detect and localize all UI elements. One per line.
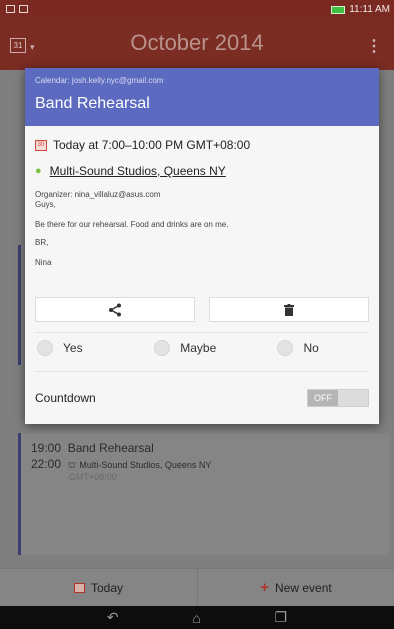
rsvp-maybe-label: Maybe [180, 341, 217, 355]
rsvp-yes[interactable]: Yes [35, 340, 146, 356]
notification-icons [6, 5, 28, 13]
plus-icon: + [260, 579, 270, 596]
status-bar: 11:11 AM [0, 0, 394, 22]
note-line: Guys, [35, 200, 56, 209]
app-bar: 31 ▾ October 2014 ⋮ [0, 22, 394, 70]
event-start-row: 19:00 Band Rehearsal [31, 441, 380, 455]
toggle-state: OFF [308, 390, 338, 406]
new-event-button[interactable]: + New event [197, 569, 394, 606]
event-start-time: 19:00 [31, 441, 62, 455]
today-button[interactable]: Today [0, 569, 197, 606]
divider [35, 332, 369, 333]
bottom-action-bar: Today + New event [0, 568, 394, 606]
system-nav-bar: ↶ ⌂ ❐ [0, 606, 394, 629]
countdown-label: Countdown [35, 391, 96, 405]
event-location: Multi-Sound Studios, Queens NY [79, 460, 212, 470]
back-icon[interactable]: ↶ [107, 609, 119, 626]
countdown-toggle[interactable]: OFF [307, 389, 369, 407]
organizer: Organizer: nina_villaluz@asus.com [35, 190, 161, 199]
event-time-row: 30 Today at 7:00–10:00 PM GMT+08:00 [35, 126, 369, 152]
new-event-label: New event [275, 580, 332, 595]
note-line: BR, [35, 238, 49, 247]
event-list-item[interactable]: 19:00 Band Rehearsal 22:00 ⛫ Multi-Sound… [18, 433, 390, 555]
event-strip [18, 245, 21, 365]
rsvp-no[interactable]: No [257, 340, 368, 356]
dialog-header: Calendar: josh.kelly.nyc@gmail.com Band … [25, 68, 379, 126]
note-line: Nina [35, 258, 52, 267]
radio-button-icon[interactable] [154, 340, 171, 356]
month-title: October 2014 [130, 30, 264, 55]
countdown-row: Countdown OFF [35, 389, 369, 407]
event-time: Today at 7:00–10:00 PM GMT+08:00 [53, 138, 251, 152]
event-end-time: 22:00 [31, 457, 62, 471]
event-timezone: GMT+08:00 [69, 472, 117, 482]
battery-icon [331, 5, 346, 14]
event-title: Band Rehearsal [67, 441, 154, 455]
dialog-body: 30 Today at 7:00–10:00 PM GMT+08:00 ● Mu… [25, 126, 379, 424]
rsvp-maybe[interactable]: Maybe [146, 340, 257, 356]
home-icon[interactable]: ⌂ [192, 610, 200, 626]
event-location-link[interactable]: Multi-Sound Studios, Queens NY [50, 164, 226, 178]
radio-button-icon[interactable] [277, 340, 294, 356]
recents-icon[interactable]: ❐ [275, 609, 288, 626]
status-time: 11:11 AM [349, 4, 390, 15]
radio-button-icon[interactable] [37, 340, 53, 356]
calendar-date-icon: 30 [35, 139, 47, 151]
gallery-icon [6, 5, 15, 13]
share-icon [109, 303, 121, 316]
calendar-today-icon [73, 582, 85, 593]
event-end-row: 22:00 ⛫ Multi-Sound Studios, Queens NY [31, 457, 380, 472]
status-right: 11:11 AM [331, 4, 390, 15]
mail-icon [19, 5, 28, 13]
calendar-account: Calendar: josh.kelly.nyc@gmail.com [35, 76, 164, 85]
overflow-menu-icon[interactable]: ⋮ [366, 36, 382, 56]
rsvp-no-label: No [303, 341, 319, 355]
delete-button[interactable] [209, 297, 369, 322]
trash-icon [284, 303, 294, 316]
action-buttons [35, 297, 369, 322]
map-pin-icon: ● [35, 165, 42, 177]
note-line: Be there for our rehearsal. Food and dri… [35, 220, 229, 229]
share-button[interactable] [35, 297, 195, 322]
divider [35, 371, 369, 372]
event-location-row[interactable]: ● Multi-Sound Studios, Queens NY [35, 152, 369, 178]
today-label: Today [90, 580, 124, 595]
rsvp-yes-label: Yes [63, 341, 83, 355]
rsvp-options: Yes Maybe No [35, 340, 369, 356]
event-detail-dialog: Calendar: josh.kelly.nyc@gmail.com Band … [25, 68, 379, 424]
event-title: Band Rehearsal [35, 95, 150, 112]
location-icon: ⛫ [67, 460, 76, 470]
